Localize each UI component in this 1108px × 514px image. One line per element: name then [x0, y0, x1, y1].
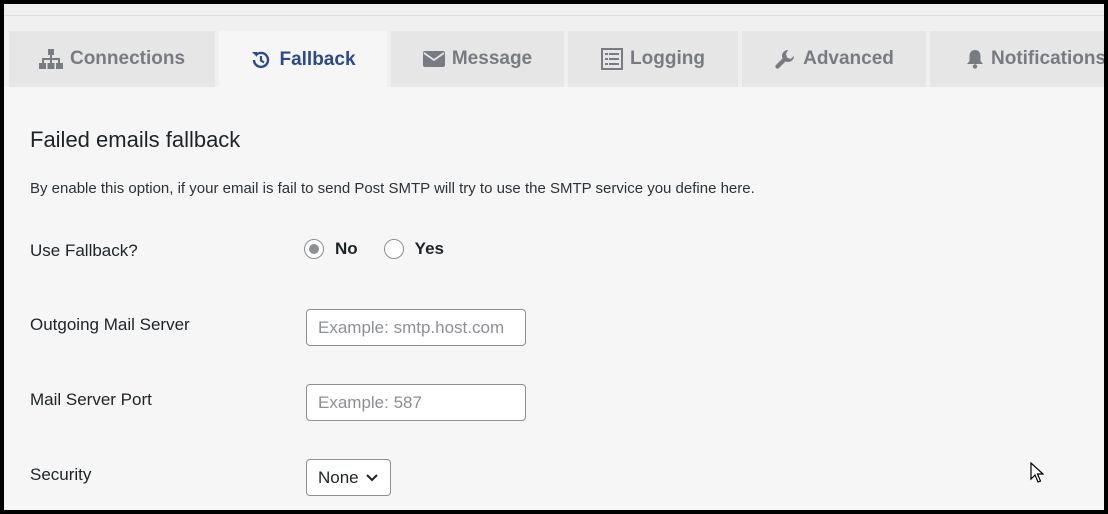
server-port-input[interactable]: [306, 384, 526, 421]
tab-label: Notifications: [991, 48, 1104, 69]
sitemap-icon: [38, 49, 63, 69]
wrench-icon: [774, 48, 796, 70]
radio-option-no[interactable]: No: [304, 239, 358, 259]
section-title: Failed emails fallback: [30, 127, 241, 152]
list-icon: [601, 48, 624, 70]
radio-label-no: No: [335, 239, 358, 258]
chevron-down-icon: [365, 473, 379, 483]
tab-connections[interactable]: Connections: [9, 31, 215, 87]
tab-bar: Connections Fallback Message Logging Adv…: [4, 31, 1104, 88]
fallback-panel: Failed emails fallback By enable this op…: [4, 87, 1104, 510]
history-icon: [250, 49, 272, 71]
outgoing-server-input[interactable]: [306, 309, 526, 346]
use-fallback-label: Use Fallback?: [30, 241, 138, 260]
tab-logging[interactable]: Logging: [568, 31, 738, 87]
tab-label: Message: [451, 48, 533, 69]
radio-label-yes: Yes: [414, 239, 444, 258]
radio-option-yes[interactable]: Yes: [383, 239, 444, 259]
security-selected-value: None: [318, 467, 359, 487]
tab-label: Connections: [69, 48, 186, 69]
tab-label: Fallback: [279, 48, 356, 70]
envelope-icon: [422, 51, 445, 67]
radio-yes[interactable]: [383, 239, 404, 259]
tab-message[interactable]: Message: [391, 31, 564, 87]
tab-notifications[interactable]: Notifications: [930, 31, 1104, 87]
tab-advanced[interactable]: Advanced: [742, 31, 926, 87]
tab-label: Advanced: [803, 48, 894, 69]
mouse-cursor-icon: [1030, 461, 1045, 489]
security-label: Security: [30, 465, 92, 484]
server-port-label: Mail Server Port: [30, 390, 152, 409]
tab-fallback[interactable]: Fallback: [219, 31, 387, 88]
radio-no[interactable]: [304, 239, 324, 259]
outgoing-server-label: Outgoing Mail Server: [30, 315, 190, 334]
top-bar: [4, 4, 1104, 16]
security-select[interactable]: None: [306, 459, 391, 496]
tab-label: Logging: [630, 48, 705, 69]
bell-icon: [966, 49, 984, 69]
use-fallback-radio-group: No Yes: [304, 239, 470, 259]
section-description: By enable this option, if your email is …: [30, 180, 755, 197]
app-frame: Connections Fallback Message Logging Adv…: [4, 4, 1104, 510]
